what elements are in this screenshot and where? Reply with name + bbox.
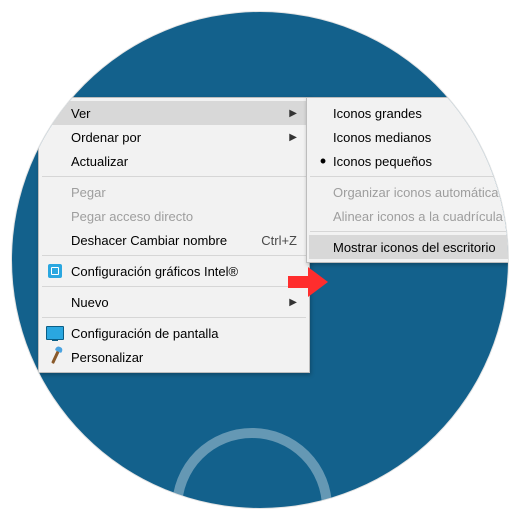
submenu-item-alinear[interactable]: Alinear iconos a la cuadrícula xyxy=(309,204,508,228)
menu-label: Mostrar iconos del escritorio xyxy=(333,240,508,255)
menu-item-personalizar[interactable]: Personalizar xyxy=(41,345,307,369)
menu-separator xyxy=(42,255,306,256)
menu-item-pegar: Pegar xyxy=(41,180,307,204)
menu-label: Actualizar xyxy=(71,154,297,169)
blank-icon xyxy=(45,292,65,312)
menu-label: Nuevo xyxy=(71,295,275,310)
menu-separator xyxy=(42,317,306,318)
context-menu-main: Ver ▶ Ordenar por ▶ Actualizar Pegar Peg… xyxy=(38,97,310,373)
blank-icon xyxy=(45,182,65,202)
menu-label: Iconos medianos xyxy=(333,130,508,145)
menu-shortcut: Ctrl+Z xyxy=(261,233,297,248)
menu-separator xyxy=(310,176,508,177)
blank-icon xyxy=(45,151,65,171)
personalize-icon xyxy=(45,347,65,367)
submenu-item-iconos-pequenos[interactable]: • Iconos pequeños xyxy=(309,149,508,173)
menu-item-deshacer[interactable]: Deshacer Cambiar nombre Ctrl+Z xyxy=(41,228,307,252)
menu-label: Pegar acceso directo xyxy=(71,209,297,224)
menu-label: Ordenar por xyxy=(71,130,275,145)
blank-icon xyxy=(45,103,65,123)
menu-item-actualizar[interactable]: Actualizar xyxy=(41,149,307,173)
menu-item-pegar-acceso: Pegar acceso directo xyxy=(41,204,307,228)
radio-selected-icon: • xyxy=(313,155,333,167)
menu-item-config-pantalla[interactable]: Configuración de pantalla xyxy=(41,321,307,345)
cortana-ring-icon xyxy=(172,428,332,508)
menu-separator xyxy=(42,286,306,287)
submenu-item-organizar[interactable]: Organizar iconos automáticament xyxy=(309,180,508,204)
menu-item-ordenar[interactable]: Ordenar por ▶ xyxy=(41,125,307,149)
menu-label: Configuración gráficos Intel® xyxy=(71,264,297,279)
submenu-item-iconos-grandes[interactable]: Iconos grandes xyxy=(309,101,508,125)
submenu-item-mostrar-iconos[interactable]: Mostrar iconos del escritorio xyxy=(309,235,508,259)
menu-item-intel[interactable]: Configuración gráficos Intel® xyxy=(41,259,307,283)
submenu-item-iconos-medianos[interactable]: Iconos medianos xyxy=(309,125,508,149)
menu-item-ver[interactable]: Ver ▶ xyxy=(41,101,307,125)
blank-icon xyxy=(45,230,65,250)
blank-icon xyxy=(45,127,65,147)
chevron-right-icon: ▶ xyxy=(283,297,297,308)
menu-label: Alinear iconos a la cuadrícula xyxy=(333,209,508,224)
menu-label: Deshacer Cambiar nombre xyxy=(71,233,243,248)
desktop-background: Ver ▶ Ordenar por ▶ Actualizar Pegar Peg… xyxy=(12,12,508,508)
menu-item-nuevo[interactable]: Nuevo ▶ xyxy=(41,290,307,314)
menu-separator xyxy=(310,231,508,232)
context-menu-ver: Iconos grandes Iconos medianos • Iconos … xyxy=(306,97,508,263)
menu-label: Iconos grandes xyxy=(333,106,508,121)
menu-label: Ver xyxy=(71,106,275,121)
menu-label: Configuración de pantalla xyxy=(71,326,297,341)
menu-separator xyxy=(42,176,306,177)
blank-icon xyxy=(45,206,65,226)
menu-label: Organizar iconos automáticament xyxy=(333,185,508,200)
menu-label: Iconos pequeños xyxy=(333,154,508,169)
intel-icon xyxy=(45,261,65,281)
menu-label: Personalizar xyxy=(71,350,297,365)
menu-label: Pegar xyxy=(71,185,297,200)
chevron-right-icon: ▶ xyxy=(283,108,297,119)
display-icon xyxy=(45,323,65,343)
chevron-right-icon: ▶ xyxy=(283,132,297,143)
